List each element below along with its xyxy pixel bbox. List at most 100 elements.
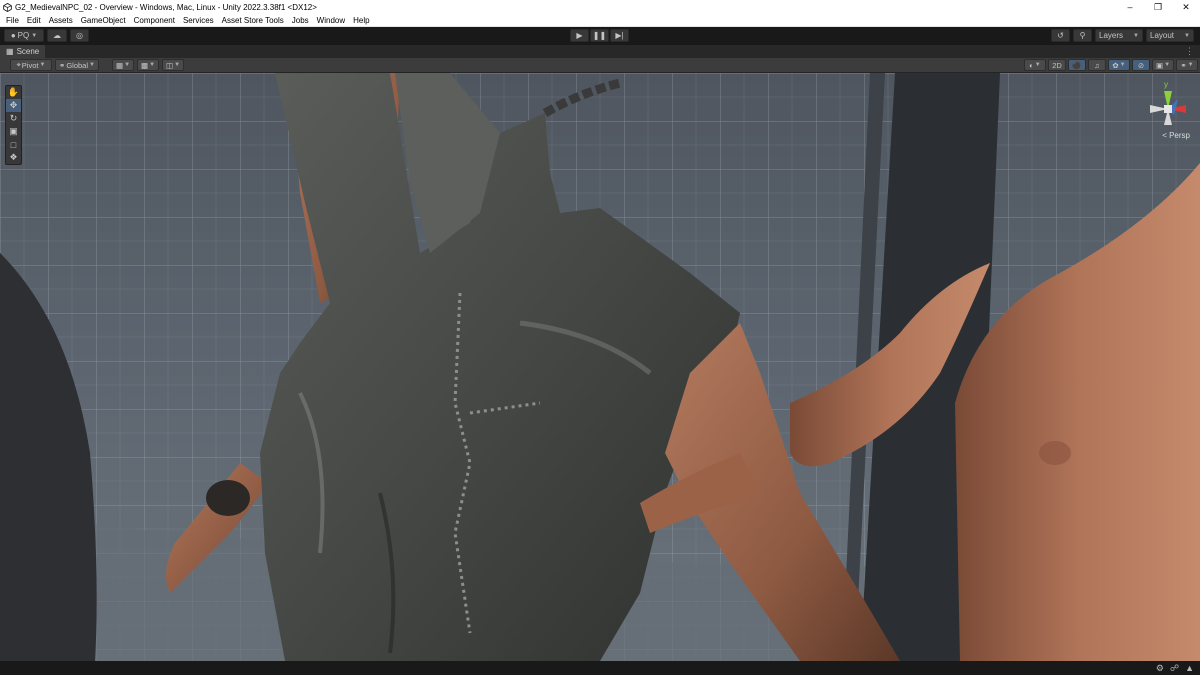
persp-icon: < <box>1162 131 1167 140</box>
menu-asset-store-tools[interactable]: Asset Store Tools <box>218 16 288 25</box>
effects-dropdown[interactable]: ✿ ▼ <box>1108 59 1130 71</box>
lighting-toggle[interactable]: ⚫ <box>1068 59 1086 71</box>
menu-services[interactable]: Services <box>179 16 218 25</box>
chevron-down-icon: ▼ <box>124 62 131 68</box>
draw-mode-dropdown[interactable]: ◐ ▼ <box>1024 59 1046 71</box>
close-icon[interactable]: ✕ <box>1172 0 1200 14</box>
window-titlebar: G2_MedievalNPC_02 - Overview - Windows, … <box>0 0 1200 14</box>
account-dropdown[interactable]: ● PQ ▼ <box>4 29 44 42</box>
menu-window[interactable]: Window <box>313 16 349 25</box>
chevron-down-icon: ▼ <box>39 62 46 68</box>
search-icon: ⚲ <box>1079 31 1086 40</box>
layout-dropdown[interactable]: Layout ▼ <box>1146 29 1194 42</box>
scene-toolstrip: ✋ ✥ ↻ ▣ □ ❖ <box>5 85 22 165</box>
target-icon: ◎ <box>76 31 83 40</box>
pause-button[interactable]: ❚❚ <box>590 29 609 42</box>
layers-dropdown[interactable]: Layers ▼ <box>1095 29 1143 42</box>
grid-icon: ▦ <box>115 60 124 70</box>
snap-icon: ▩ <box>140 60 149 70</box>
gizmo-center[interactable] <box>1164 105 1172 113</box>
2d-label: 2D <box>1052 60 1062 70</box>
collab-button[interactable]: ◎ <box>70 29 89 42</box>
increment-snap-dropdown[interactable]: ◫ ▼ <box>162 59 184 71</box>
hidden-objects-toggle[interactable]: ⊘ <box>1132 59 1150 71</box>
chevron-down-icon: ▼ <box>1187 62 1194 68</box>
scene-toolbar: ⌖ Pivot ▼ ⚭ Global ▼ ▦ ▼ ▩ ▼ ◫ ▼ ◐ ▼ 2D ⚫ ♫ <box>0 58 1200 73</box>
scale-tool[interactable]: ▣ <box>6 125 21 138</box>
menu-file[interactable]: File <box>2 16 23 25</box>
rotate-tool[interactable]: ↻ <box>6 112 21 125</box>
global-label: Global <box>66 60 89 70</box>
pivot-dropdown[interactable]: ⌖ Pivot ▼ <box>10 59 52 71</box>
maximize-icon[interactable]: ❐ <box>1144 0 1172 14</box>
debug-icon[interactable]: ⚙ <box>1156 663 1164 674</box>
collab-icon[interactable]: ☍ <box>1170 663 1179 674</box>
shading-icon: ◐ <box>1029 60 1034 70</box>
step-icon: ▶| <box>615 31 624 40</box>
2d-toggle[interactable]: 2D <box>1048 59 1066 71</box>
gizmo-y-label: y <box>1164 80 1168 89</box>
chevron-down-icon: ▼ <box>174 62 181 68</box>
increment-icon: ◫ <box>165 60 174 70</box>
more-options-icon[interactable]: ⋮ <box>1185 46 1194 57</box>
globe-icon: ⚭ <box>59 60 66 70</box>
tab-scene-label: Scene <box>16 47 40 56</box>
effects-icon: ✿ <box>1112 60 1119 70</box>
cloud-icon: ☁ <box>53 31 61 40</box>
move-icon: ✥ <box>9 100 18 110</box>
transform-tool[interactable]: ❖ <box>6 151 21 164</box>
layout-label: Layout <box>1150 31 1175 40</box>
main-toolbar: ● PQ ▼ ☁ ◎ ▶ ❚❚ ▶| ↺ ⚲ Layers ▼ Layout ▼ <box>0 27 1200 45</box>
rect-icon: □ <box>10 139 17 150</box>
play-button[interactable]: ▶ <box>570 29 589 42</box>
hand-tool[interactable]: ✋ <box>6 86 21 99</box>
menu-gameobject[interactable]: GameObject <box>77 16 130 25</box>
rotate-icon: ↻ <box>9 113 18 123</box>
rect-tool[interactable]: □ <box>6 138 21 151</box>
chevron-down-icon: ▼ <box>1133 32 1139 39</box>
bell-icon[interactable]: ▲ <box>1185 663 1194 674</box>
window-title: G2_MedievalNPC_02 - Overview - Windows, … <box>15 2 317 12</box>
grid-visibility-dropdown[interactable]: ▦ ▼ <box>112 59 134 71</box>
menu-help[interactable]: Help <box>349 16 373 25</box>
account-label: PQ <box>17 31 30 40</box>
chevron-down-icon: ▼ <box>1184 32 1190 39</box>
globe-icon: ⚭ <box>1180 60 1187 70</box>
menu-edit[interactable]: Edit <box>23 16 45 25</box>
grid-icon: ▦ <box>6 47 14 56</box>
lightbulb-icon: ⚫ <box>1072 60 1082 70</box>
menu-component[interactable]: Component <box>130 16 179 25</box>
chevron-down-icon: ▼ <box>31 32 38 39</box>
pause-icon: ❚❚ <box>592 31 607 40</box>
transform-icon: ❖ <box>9 152 18 162</box>
cloud-button[interactable]: ☁ <box>47 29 67 42</box>
camera-dropdown[interactable]: ▣ ▼ <box>1152 59 1174 71</box>
play-icon: ▶ <box>576 31 583 40</box>
menu-assets[interactable]: Assets <box>45 16 77 25</box>
chevron-down-icon: ▼ <box>149 62 156 68</box>
hand-icon: ✋ <box>7 87 20 97</box>
projection-label[interactable]: < Persp <box>1162 131 1190 140</box>
tab-scene[interactable]: ▦ Scene <box>0 45 46 58</box>
account-icon: ● <box>10 31 16 40</box>
history-button[interactable]: ↺ <box>1051 29 1070 42</box>
search-button[interactable]: ⚲ <box>1073 29 1092 42</box>
snap-dropdown[interactable]: ▩ ▼ <box>137 59 159 71</box>
menu-jobs[interactable]: Jobs <box>288 16 313 25</box>
chevron-down-icon: ▼ <box>1164 62 1171 68</box>
step-button[interactable]: ▶| <box>610 29 629 42</box>
chevron-down-icon: ▼ <box>1119 62 1126 68</box>
pivot-label: Pivot <box>21 60 39 70</box>
history-icon: ↺ <box>1057 31 1064 40</box>
global-dropdown[interactable]: ⚭ Global ▼ <box>55 59 99 71</box>
audio-toggle[interactable]: ♫ <box>1088 59 1106 71</box>
scale-icon: ▣ <box>9 126 18 136</box>
eye-slash-icon: ⊘ <box>1137 60 1145 70</box>
audio-icon: ♫ <box>1094 60 1100 70</box>
scene-viewport[interactable]: ✋ ✥ ↻ ▣ □ ❖ y < Persp <box>0 73 1200 661</box>
menu-bar: File Edit Assets GameObject Component Se… <box>0 14 1200 27</box>
move-tool[interactable]: ✥ <box>6 99 21 112</box>
gizmos-dropdown[interactable]: ⚭ ▼ <box>1176 59 1198 71</box>
minimize-icon[interactable]: – <box>1116 0 1144 14</box>
orientation-gizmo[interactable]: y <box>1144 79 1192 139</box>
